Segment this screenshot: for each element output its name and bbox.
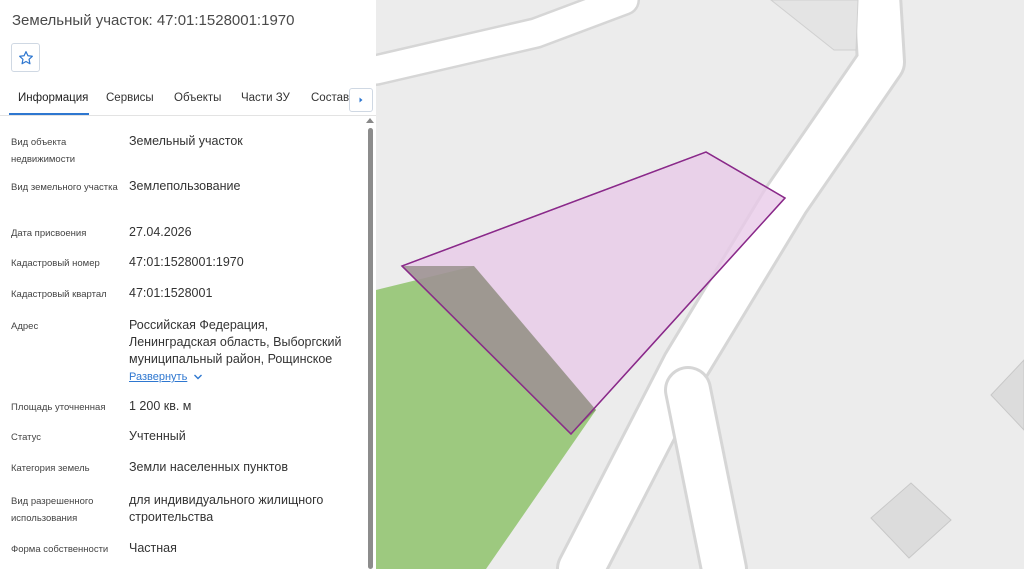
label-land-category: Категория земель bbox=[11, 463, 90, 474]
scrollbar-thumb[interactable] bbox=[368, 128, 373, 569]
map-view[interactable] bbox=[376, 0, 1024, 569]
value-address: Российская Федерация, Ленинградская обла… bbox=[129, 318, 342, 366]
star-icon bbox=[18, 50, 33, 64]
tab-info[interactable]: Информация bbox=[18, 92, 88, 104]
label-cadastral-number: Кадастровый номер bbox=[11, 258, 100, 269]
value-object-type: Земельный участок bbox=[129, 134, 243, 148]
label-assign-date: Дата присвоения bbox=[11, 228, 87, 239]
tab-composition[interactable]: Состав bbox=[311, 92, 349, 104]
chevron-right-icon bbox=[359, 97, 363, 103]
label-ownership: Форма собственности bbox=[11, 544, 109, 555]
scrollbar[interactable] bbox=[368, 128, 374, 569]
favorite-button[interactable] bbox=[11, 43, 40, 72]
label-permitted-use: Вид разрешенного использования bbox=[11, 496, 94, 524]
value-status: Учтенный bbox=[129, 429, 186, 443]
tab-objects[interactable]: Объекты bbox=[174, 92, 221, 104]
label-land-type: Вид земельного участка bbox=[11, 182, 118, 193]
tab-parts[interactable]: Части ЗУ bbox=[241, 92, 290, 104]
value-assign-date: 27.04.2026 bbox=[129, 225, 192, 239]
tabs-divider bbox=[0, 115, 376, 116]
label-status: Статус bbox=[11, 432, 42, 443]
info-panel: Земельный участок: 47:01:1528001:1970 Ин… bbox=[0, 0, 376, 569]
value-area: 1 200 кв. м bbox=[129, 399, 192, 413]
address-expand-link[interactable]: Развернуть bbox=[129, 371, 203, 383]
map-canvas[interactable] bbox=[376, 0, 1024, 569]
address-expand-label[interactable]: Развернуть bbox=[129, 371, 187, 383]
value-land-type: Землепользование bbox=[129, 179, 241, 193]
label-object-type: Вид объекта недвижимости bbox=[11, 137, 76, 165]
label-area: Площадь уточненная bbox=[11, 402, 106, 413]
label-cadastral-quarter: Кадастровый квартал bbox=[11, 289, 107, 300]
label-address: Адрес bbox=[11, 321, 39, 332]
tab-bar: Информация Сервисы Объекты Части ЗУ Сост… bbox=[0, 86, 376, 116]
value-permitted-use: для индивидуального жилищного строительс… bbox=[129, 493, 324, 524]
value-land-category: Земли населенных пунктов bbox=[129, 460, 288, 474]
value-cadastral-number: 47:01:1528001:1970 bbox=[129, 255, 244, 269]
tabs-scroll-right-button[interactable] bbox=[349, 88, 373, 112]
page-title: Земельный участок: 47:01:1528001:1970 bbox=[12, 12, 295, 29]
value-ownership: Частная bbox=[129, 541, 177, 555]
value-cadastral-quarter: 47:01:1528001 bbox=[129, 286, 213, 300]
tab-services[interactable]: Сервисы bbox=[106, 92, 154, 104]
chevron-down-icon bbox=[194, 374, 203, 380]
scroll-up-arrow[interactable] bbox=[366, 118, 374, 123]
